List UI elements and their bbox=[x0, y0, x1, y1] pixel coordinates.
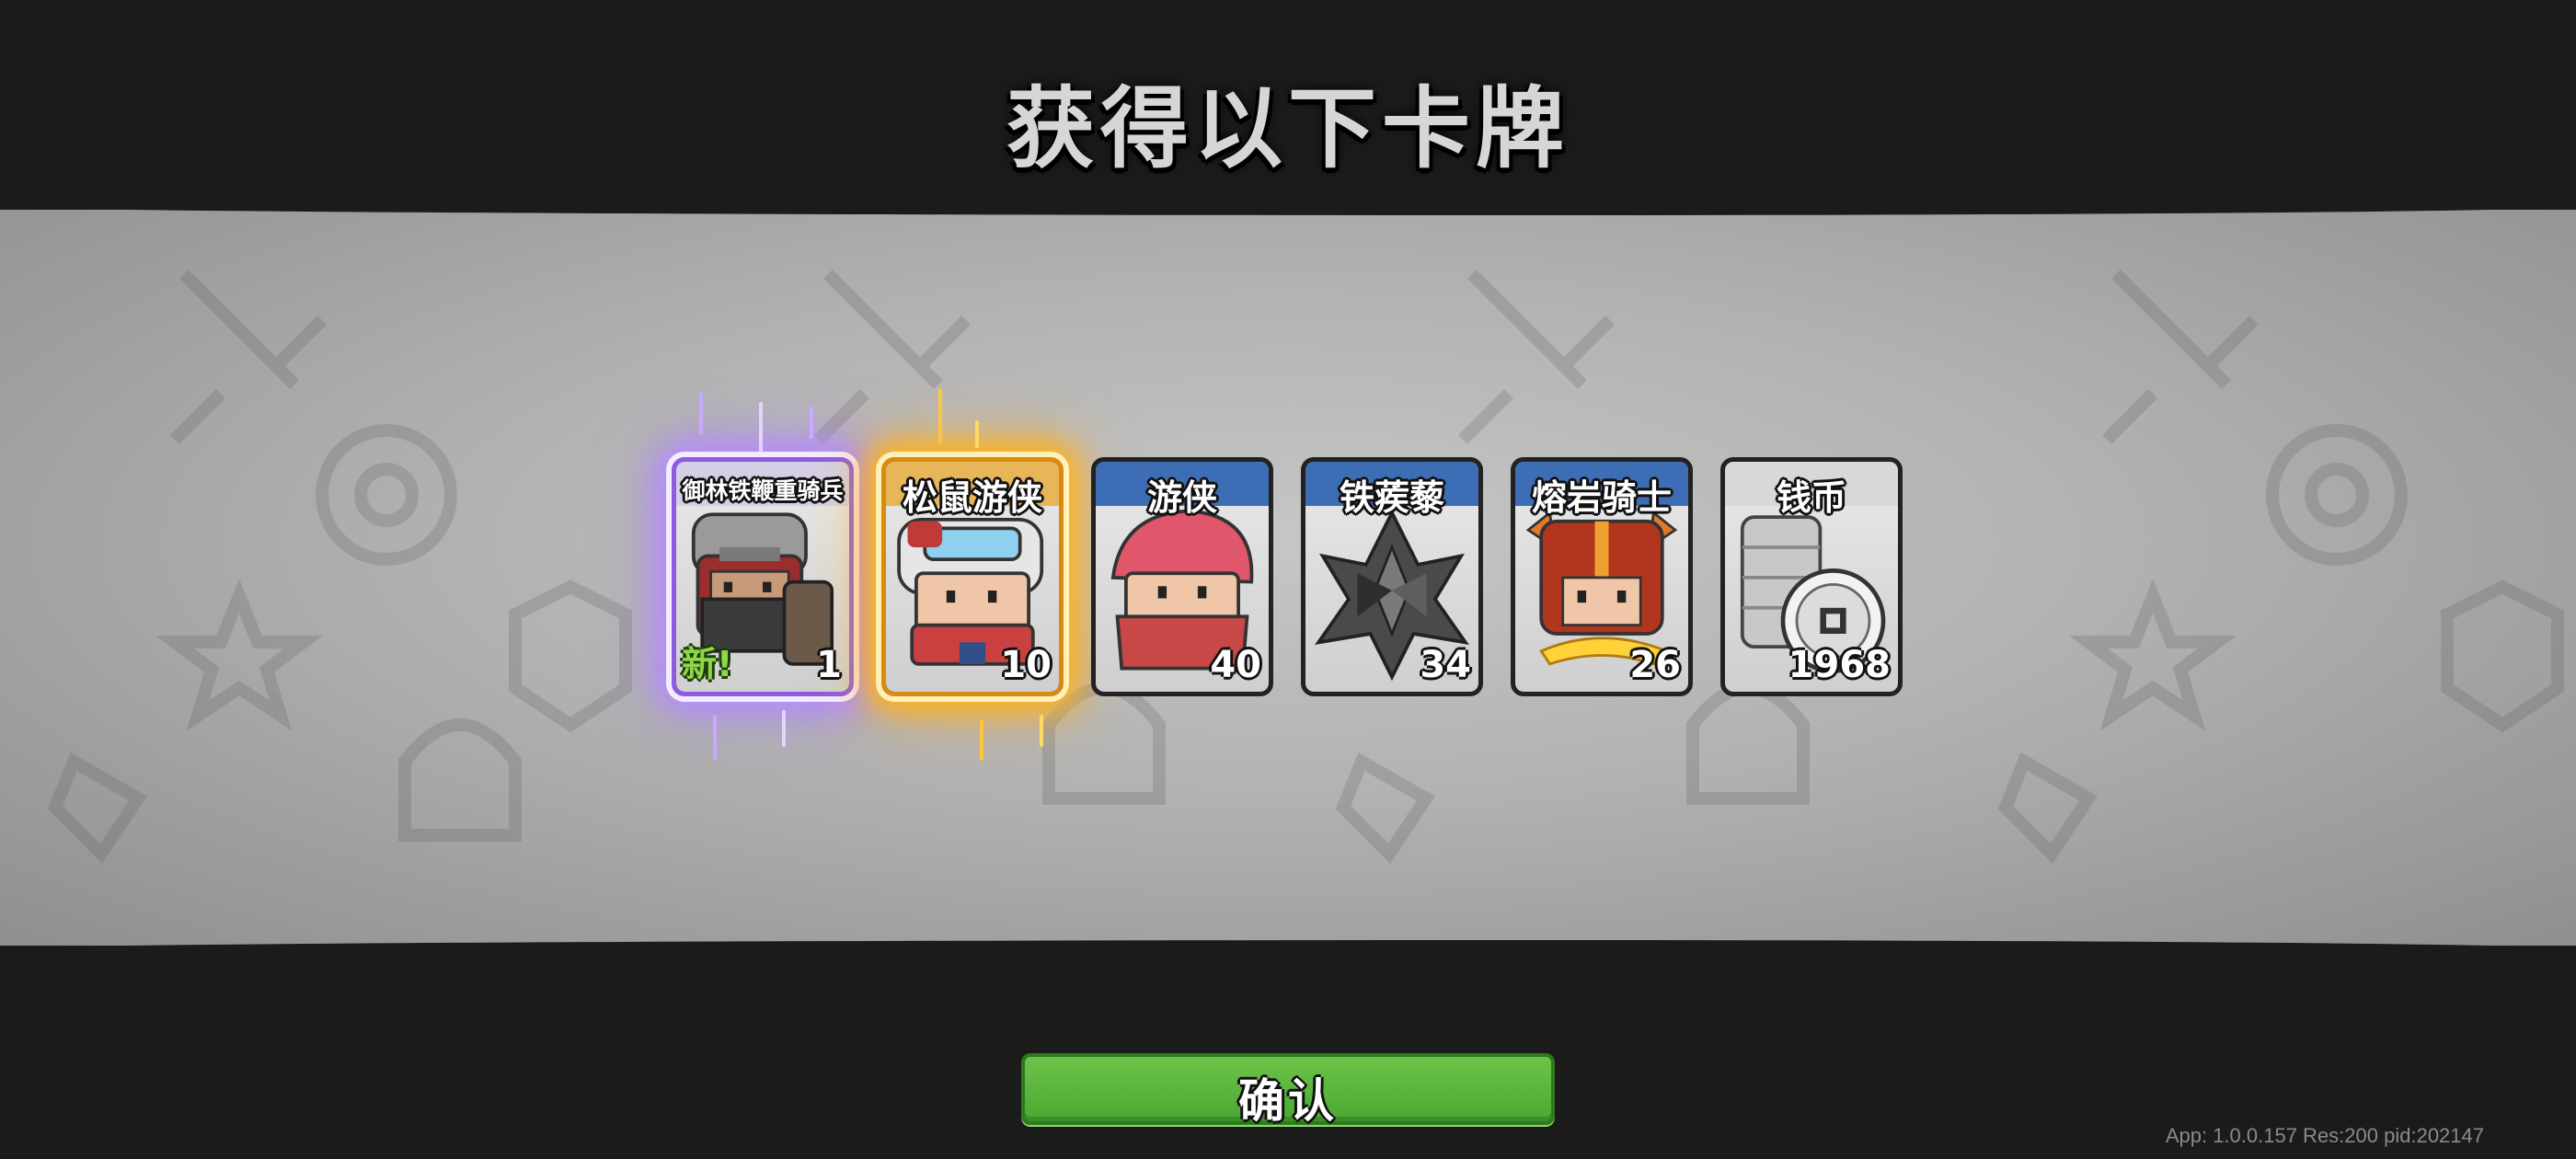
card-royal-heavy-cavalry[interactable]: 御林铁鞭重骑兵 新! 1 bbox=[672, 457, 854, 696]
card-count: 1968 bbox=[1788, 644, 1891, 686]
sparkle-effect bbox=[713, 715, 717, 761]
card-count: 34 bbox=[1420, 644, 1471, 686]
new-badge: 新! bbox=[682, 644, 733, 684]
sparkle-effect bbox=[782, 710, 786, 747]
sparkle-effect bbox=[938, 388, 942, 443]
card-count: 40 bbox=[1210, 644, 1261, 686]
card-name: 钱币 bbox=[1776, 477, 1846, 518]
sparkle-effect bbox=[1040, 715, 1043, 747]
card-name: 松鼠游侠 bbox=[902, 477, 1042, 518]
sparkle-effect bbox=[699, 393, 703, 434]
card-lava-knight[interactable]: 熔岩骑士 26 bbox=[1511, 457, 1693, 696]
version-info: App: 1.0.0.157 Res:200 pid:202147 bbox=[2165, 1124, 2484, 1147]
page-title: 获得以下卡牌 bbox=[1006, 77, 1570, 180]
sparkle-effect bbox=[759, 402, 763, 453]
card-caltrops[interactable]: 铁蒺藜 34 bbox=[1301, 457, 1483, 696]
sparkle-effect bbox=[980, 719, 983, 761]
shuriken-icon bbox=[47, 752, 2098, 864]
sparkle-effect bbox=[975, 420, 979, 448]
confirm-button-label: 确认 bbox=[1238, 1074, 1338, 1128]
card-name: 铁蒺藜 bbox=[1339, 477, 1444, 518]
card-name: 游侠 bbox=[1146, 477, 1217, 518]
card-count: 10 bbox=[1000, 644, 1052, 686]
card-row: 御林铁鞭重骑兵 新! 1 松鼠游侠 10 游侠 40 铁蒺藜 34 熔岩骑士 2… bbox=[672, 388, 1904, 761]
card-name: 熔岩骑士 bbox=[1531, 477, 1672, 518]
card-ranger[interactable]: 游侠 40 bbox=[1091, 457, 1273, 696]
card-name: 御林铁鞭重骑兵 bbox=[682, 477, 844, 504]
card-squirrel-ranger[interactable]: 松鼠游侠 10 bbox=[881, 457, 1064, 696]
sparkle-effect bbox=[810, 407, 813, 439]
confirm-button[interactable]: 确认 bbox=[1021, 1053, 1555, 1128]
sword-icon bbox=[170, 270, 2259, 444]
card-count: 26 bbox=[1629, 644, 1681, 686]
card-coins[interactable]: 钱币 1968 bbox=[1720, 457, 1903, 696]
card-count: 1 bbox=[816, 644, 842, 686]
helmet-icon bbox=[398, 682, 1810, 842]
